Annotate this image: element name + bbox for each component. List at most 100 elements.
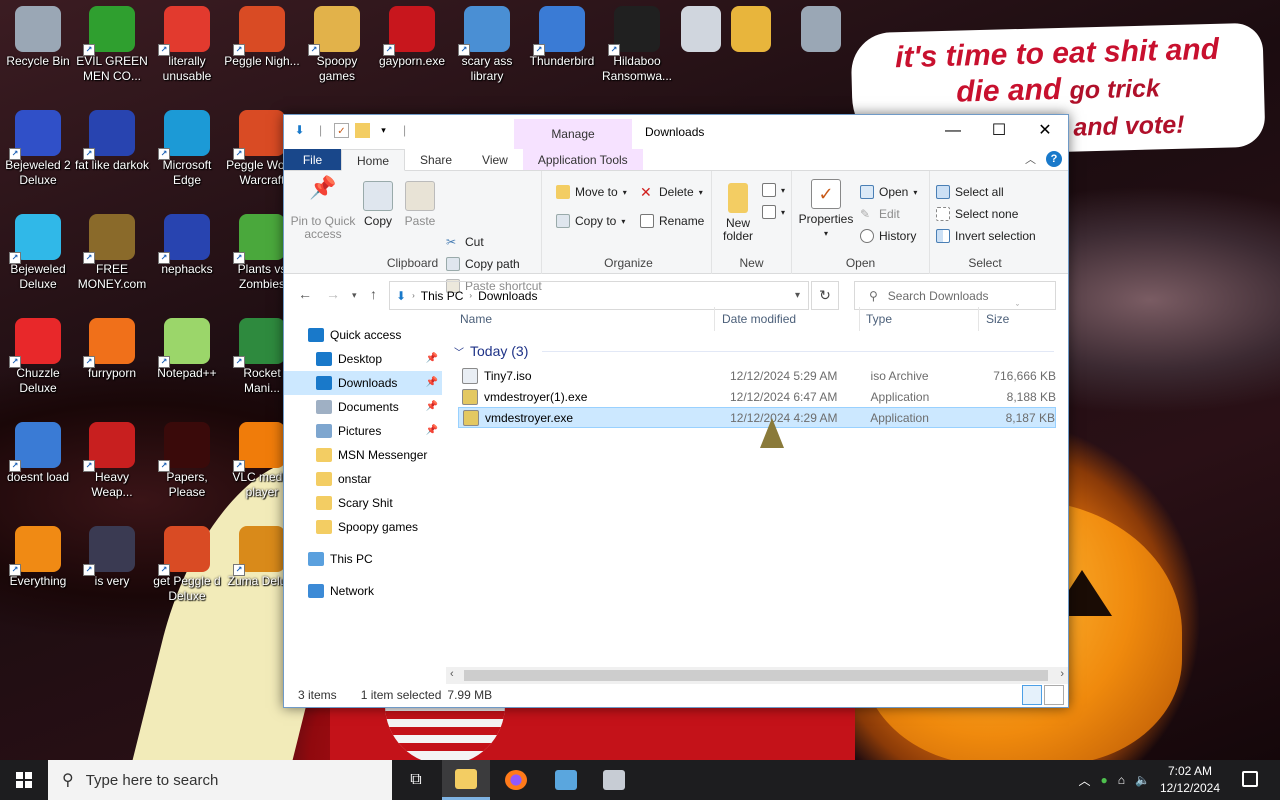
maximize-icon[interactable]: ☐	[976, 115, 1022, 147]
file-row[interactable]: vmdestroyer(1).exe 12/12/2024 6:47 AM Appl…	[458, 386, 1056, 407]
breadcrumb-this-pc[interactable]: This PC	[415, 289, 470, 303]
breadcrumb-separator-icon[interactable]: ›	[406, 291, 415, 300]
easy-access-button[interactable]: ▾	[762, 205, 785, 219]
notifications-icon[interactable]	[1242, 771, 1258, 787]
cut-button[interactable]: ✂ Cut	[446, 235, 484, 249]
address-dropdown-chevron-icon[interactable]: ▾	[795, 290, 800, 301]
recent-locations-chevron-icon[interactable]: ▾	[352, 290, 357, 301]
tab-file[interactable]: File	[284, 149, 341, 170]
scrollbar-thumb[interactable]	[464, 670, 1048, 681]
column-header-type[interactable]: Type	[866, 307, 892, 331]
rename-button[interactable]: Rename	[640, 214, 704, 228]
paste-button[interactable]: Paste	[402, 181, 438, 228]
desktop-icon[interactable]: ↗ doesnt load	[0, 416, 76, 485]
msn-people-icon[interactable]: ●	[1100, 773, 1107, 787]
minimize-icon[interactable]: —	[930, 115, 976, 147]
nav-item[interactable]: Quick access	[284, 323, 442, 347]
desktop-icon[interactable]: ↗ EVIL GREEN MEN CO...	[74, 0, 150, 84]
new-folder-button[interactable]: New folder	[718, 183, 758, 243]
edit-button[interactable]: ✎ Edit	[860, 207, 900, 221]
desktop-icon[interactable]: ↗ Peggle Nigh...	[224, 0, 300, 69]
breadcrumb-downloads[interactable]: Downloads	[472, 289, 543, 303]
file-row[interactable]: vmdestroyer.exe 12/12/2024 4:29 AM Applica…	[458, 407, 1056, 428]
desktop-icon[interactable]: ↗ Bejeweled Deluxe	[0, 208, 76, 292]
desktop-icon[interactable]	[676, 0, 726, 54]
help-icon[interactable]: ?	[1046, 151, 1062, 167]
taskbar-app-3[interactable]	[542, 760, 590, 800]
desktop-icon[interactable]: ↗ gayporn.exe	[374, 0, 450, 69]
desktop-icon[interactable]: ↗ Everything	[0, 520, 76, 589]
column-header-date[interactable]: Date modified	[722, 307, 796, 331]
desktop-icon[interactable]: ↗ nephacks	[149, 208, 225, 277]
refresh-icon[interactable]: ↻	[811, 281, 839, 310]
column-separator[interactable]	[859, 307, 860, 331]
column-separator[interactable]	[978, 307, 979, 331]
taskbar-app-4[interactable]	[590, 760, 638, 800]
new-item-button[interactable]: ▾	[762, 183, 785, 197]
forward-arrow-icon[interactable]: →	[326, 286, 340, 302]
copy-button[interactable]: Copy	[360, 181, 396, 228]
task-view-button[interactable]: ⧉	[392, 760, 440, 800]
desktop-icon[interactable]: ↗ Spoopy games	[299, 0, 375, 84]
group-header-today[interactable]: ﹀ Today (3)	[454, 341, 1054, 361]
nav-item[interactable]: Network	[284, 579, 442, 603]
nav-item[interactable]: Scary Shit	[284, 491, 442, 515]
invert-selection-button[interactable]: Invert selection	[936, 229, 1036, 243]
properties-button[interactable]: ✓ Properties ▾	[798, 179, 854, 240]
close-icon[interactable]: ✕	[1022, 115, 1068, 147]
address-bar[interactable]: ⬇ › This PC › Downloads ▾	[389, 281, 809, 310]
desktop-icon[interactable]	[726, 0, 776, 54]
column-header-name[interactable]: Name	[460, 307, 492, 331]
desktop-icon[interactable]: ↗ Bejeweled 2 Deluxe	[0, 104, 76, 188]
open-button[interactable]: Open ▾	[860, 185, 917, 199]
tab-view[interactable]: View	[467, 149, 523, 170]
file-row[interactable]: Tiny7.iso 12/12/2024 5:29 AM iso Archive 71…	[458, 365, 1056, 386]
horizontal-scrollbar[interactable]: ‹ ›	[446, 667, 1068, 684]
nav-item[interactable]: Desktop 📌	[284, 347, 442, 371]
desktop-icon[interactable]: ↗ Chuzzle Deluxe	[0, 312, 76, 396]
column-separator[interactable]	[714, 307, 715, 331]
title-bar[interactable]: ⬇ | ✓ ▾ | Manage Downloads — ☐ ✕	[284, 115, 1068, 149]
new-folder-icon[interactable]	[355, 123, 370, 138]
start-button[interactable]	[0, 760, 48, 800]
search-input[interactable]: ⚲ Search Downloads	[854, 281, 1056, 310]
nav-item[interactable]: Spoopy games	[284, 515, 442, 539]
collapse-chevron-icon[interactable]: ﹀	[454, 344, 464, 359]
desktop-icon[interactable]: ↗ furryporn	[74, 312, 150, 381]
copy-to-button[interactable]: Copy to ▾	[556, 214, 625, 228]
desktop-icon[interactable]: ↗ is very	[74, 520, 150, 589]
nav-item[interactable]: This PC	[284, 547, 442, 571]
desktop-icon[interactable]: ↗ get Peggle d Deluxe	[149, 520, 225, 604]
large-icons-view-icon[interactable]	[1044, 685, 1064, 705]
tab-home[interactable]: Home	[341, 149, 406, 171]
back-arrow-icon[interactable]: ←	[298, 286, 312, 302]
desktop-icon[interactable]: ↗ Papers, Please	[149, 416, 225, 500]
taskbar-file-explorer[interactable]	[442, 760, 490, 800]
move-to-button[interactable]: Move to ▾	[556, 185, 627, 199]
desktop-icon[interactable]: ↗ Hildaboo Ransomwa...	[599, 0, 675, 84]
taskbar-firefox[interactable]	[492, 760, 540, 800]
up-arrow-icon[interactable]: ↑	[370, 286, 377, 302]
desktop-icon[interactable]: ↗ FREE MONEY.com	[74, 208, 150, 292]
desktop-icon[interactable]	[796, 0, 846, 54]
tray-overflow-chevron-icon[interactable]: ︿	[1078, 772, 1090, 789]
desktop-icon[interactable]: ↗ scary ass library	[449, 0, 525, 84]
desktop-icon[interactable]: ↗ Notepad++	[149, 312, 225, 381]
nav-item[interactable]: MSN Messenger	[284, 443, 442, 467]
tab-manage[interactable]: Manage	[514, 119, 632, 149]
clock[interactable]: 7:02 AM 12/12/2024	[1160, 763, 1220, 797]
pin-to-quick-access-button[interactable]: 📌 Pin to Quick access	[290, 177, 356, 241]
desktop-icon[interactable]: ↗ Microsoft Edge	[149, 104, 225, 188]
nav-item[interactable]: Documents 📌	[284, 395, 442, 419]
volume-icon[interactable]: 🔈	[1135, 773, 1150, 787]
tab-application-tools[interactable]: Application Tools	[522, 149, 643, 170]
download-arrow-icon[interactable]: ⬇	[292, 123, 307, 138]
network-icon[interactable]: ⌂	[1118, 773, 1125, 787]
select-all-button[interactable]: Select all	[936, 185, 1004, 199]
desktop-icon[interactable]: ↗ fat like darkok	[74, 104, 150, 173]
collapse-ribbon-icon[interactable]: ︿	[1025, 151, 1036, 167]
history-button[interactable]: History	[860, 229, 916, 243]
details-view-icon[interactable]	[1022, 685, 1042, 705]
tab-share[interactable]: Share	[405, 149, 467, 170]
desktop-icon[interactable]: ↗ Thunderbird	[524, 0, 600, 69]
